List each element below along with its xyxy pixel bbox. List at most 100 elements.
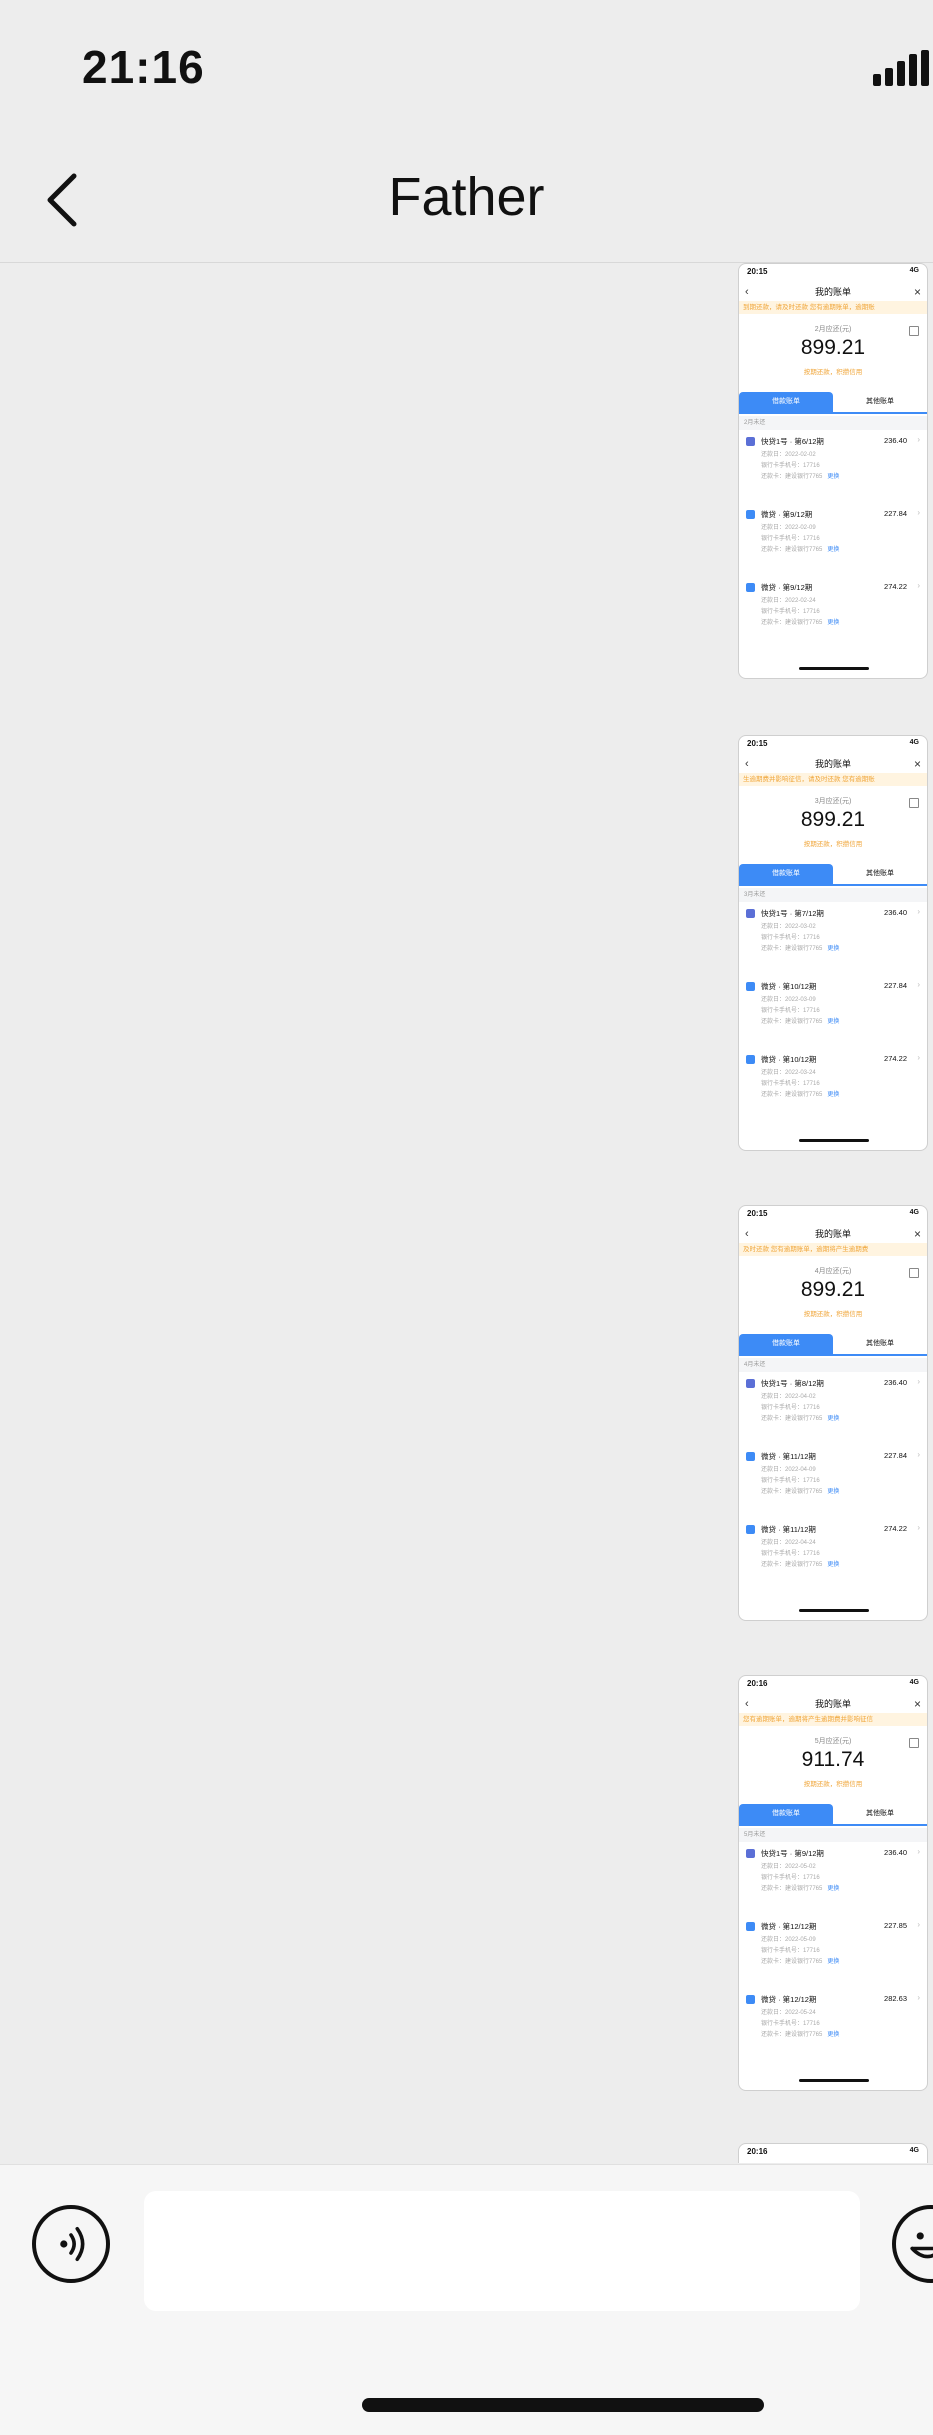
home-indicator (799, 1609, 869, 1612)
bill-item[interactable]: 微贷 · 第12/12期 227.85 › 还款日：2022-05-09 银行卡… (739, 1915, 927, 1988)
month-due-label: 4月应还(元) (814, 1268, 852, 1275)
bill-item-phone: 银行卡手机号：17716 (761, 463, 820, 469)
bill-item-card: 还款卡：建设银行7765 更换 (761, 620, 840, 626)
bill-item-due: 还款日：2022-04-02 (761, 1394, 816, 1400)
bill-item-name: 快贷1号 · 第7/12期 (761, 909, 824, 918)
bill-item[interactable]: 微贷 · 第9/12期 274.22 › 还款日：2022-02-24 银行卡手… (739, 576, 927, 649)
loan-app-icon (746, 510, 755, 519)
bill-item[interactable]: 微贷 · 第11/12期 227.84 › 还款日：2022-04-09 银行卡… (739, 1445, 927, 1518)
bill-item[interactable]: 微贷 · 第11/12期 274.22 › 还款日：2022-04-24 银行卡… (739, 1518, 927, 1591)
change-card-link: 更换 (827, 1886, 840, 1892)
bill-item-amount: 236.40 (884, 908, 907, 917)
loan-app-icon (746, 583, 755, 592)
shot-time: 20:15 (747, 1209, 768, 1218)
chevron-right-icon: › (917, 907, 920, 916)
bill-item[interactable]: 快贷1号 · 第9/12期 236.40 › 还款日：2022-05-02 银行… (739, 1842, 927, 1915)
bill-item[interactable]: 快贷1号 · 第8/12期 236.40 › 还款日：2022-04-02 银行… (739, 1372, 927, 1445)
bill-item-amount: 236.40 (884, 1848, 907, 1857)
chevron-right-icon: › (917, 1523, 920, 1532)
bill-item-name: 快贷1号 · 第8/12期 (761, 1379, 824, 1388)
bill-item-name: 微贷 · 第11/12期 (761, 1452, 816, 1461)
month-due-label: 5月应还(元) (814, 1738, 852, 1745)
bill-item[interactable]: 微贷 · 第9/12期 227.84 › 还款日：2022-02-09 银行卡手… (739, 503, 927, 576)
bill-item-card: 还款卡：建设银行7765 更换 (761, 1886, 840, 1892)
shot-net: 4G (909, 267, 919, 274)
bill-item-amount: 227.84 (884, 1451, 907, 1460)
bill-item-phone: 银行卡手机号：17716 (761, 1478, 820, 1484)
screenshot-message[interactable]: 20:16 4G ‹ 我的账单 × 您有逾期账单，逾期将产生逾期费并影响征信 5… (738, 1675, 928, 2091)
home-indicator (799, 2079, 869, 2082)
bill-item-due: 还款日：2022-05-24 (761, 2010, 816, 2016)
calendar-icon (909, 1268, 919, 1278)
bill-item-due: 还款日：2022-04-09 (761, 1467, 816, 1473)
due-amount: 899.21 (800, 1278, 866, 1301)
change-card-link: 更换 (827, 1959, 840, 1965)
change-card-link: 更换 (827, 474, 840, 480)
warning-banner: 您有逾期账单，逾期将产生逾期费并影响征信 (739, 1713, 927, 1726)
chevron-right-icon: › (917, 508, 920, 517)
tab-other-bills: 其他账单 (866, 1340, 894, 1347)
change-card-link: 更换 (827, 946, 840, 952)
shot-net: 4G (909, 1209, 919, 1216)
bill-item-phone: 银行卡手机号：17716 (761, 1948, 820, 1954)
bill-item-phone: 银行卡手机号：17716 (761, 609, 820, 615)
bill-item-card: 还款卡：建设银行7765 更换 (761, 1562, 840, 1568)
chevron-right-icon: › (917, 1450, 920, 1459)
bill-item[interactable]: 微贷 · 第10/12期 274.22 › 还款日：2022-03-24 银行卡… (739, 1048, 927, 1121)
tab-loan-bills: 借款账单 (739, 392, 833, 412)
bill-item-amount: 236.40 (884, 436, 907, 445)
section-label: 5月未还 (739, 1828, 927, 1842)
bill-item-card: 还款卡：建设银行7765 更换 (761, 547, 840, 553)
hint-text: 按期还款，积攒信用 (803, 1311, 863, 1318)
screenshot-message[interactable]: 20:15 4G ‹ 我的账单 × 及时还款 您有逾期账单，逾期将产生逾期费 4… (738, 1205, 928, 1621)
bill-item-card: 还款卡：建设银行7765 更换 (761, 1416, 840, 1422)
message-input[interactable] (144, 2191, 860, 2311)
chevron-right-icon: › (917, 435, 920, 444)
change-card-link: 更换 (827, 1019, 840, 1025)
bill-item[interactable]: 微贷 · 第10/12期 227.84 › 还款日：2022-03-09 银行卡… (739, 975, 927, 1048)
bill-item[interactable]: 快贷1号 · 第6/12期 236.40 › 还款日：2022-02-02 银行… (739, 430, 927, 503)
status-time: 21:16 (82, 41, 205, 93)
bill-item-amount: 274.22 (884, 1054, 907, 1063)
screenshot-message[interactable]: 20:15 4G ‹ 我的账单 × 到期还款，请及时还款 您有逾期账单，逾期账 … (738, 263, 928, 679)
bill-item[interactable]: 微贷 · 第12/12期 282.63 › 还款日：2022-05-24 银行卡… (739, 1988, 927, 2061)
home-indicator (799, 1139, 869, 1142)
change-card-link: 更换 (827, 547, 840, 553)
bill-item-due: 还款日：2022-03-24 (761, 1070, 816, 1076)
loan-app-icon (746, 437, 755, 446)
bill-item-card: 还款卡：建设银行7765 更换 (761, 1959, 840, 1965)
bill-item-card: 还款卡：建设银行7765 更换 (761, 1489, 840, 1495)
chevron-right-icon: › (917, 1920, 920, 1929)
bill-item-name: 微贷 · 第11/12期 (761, 1525, 816, 1534)
bill-item-name: 快贷1号 · 第9/12期 (761, 1849, 824, 1858)
bill-item-due: 还款日：2022-02-09 (761, 525, 816, 531)
calendar-icon (909, 1738, 919, 1748)
bill-item-amount: 236.40 (884, 1378, 907, 1387)
chat-area[interactable]: 20:15 4G ‹ 我的账单 × 到期还款，请及时还款 您有逾期账单，逾期账 … (0, 263, 933, 2163)
loan-app-icon (746, 1525, 755, 1534)
partial-screenshot-message[interactable]: 20:16 4G (738, 2143, 928, 2163)
bill-item-name: 微贷 · 第12/12期 (761, 1922, 817, 1931)
loan-app-icon (746, 1055, 755, 1064)
bill-item[interactable]: 快贷1号 · 第7/12期 236.40 › 还款日：2022-03-02 银行… (739, 902, 927, 975)
tab-loan-bills: 借款账单 (739, 1804, 833, 1824)
emoji-icon[interactable] (892, 2205, 933, 2283)
home-indicator (362, 2398, 764, 2412)
loan-app-icon (746, 909, 755, 918)
bill-item-due: 还款日：2022-05-09 (761, 1937, 816, 1943)
chevron-right-icon: › (917, 1993, 920, 2002)
warning-banner: 及时还款 您有逾期账单，逾期将产生逾期费 (739, 1243, 927, 1256)
voice-icon[interactable] (32, 2205, 110, 2283)
shot-time: 20:16 (747, 2147, 768, 2156)
bill-item-name: 微贷 · 第12/12期 (761, 1995, 817, 2004)
shot-net: 4G (909, 2147, 919, 2154)
close-icon: × (913, 757, 921, 771)
bill-item-phone: 银行卡手机号：17716 (761, 1081, 820, 1087)
screenshot-message[interactable]: 20:15 4G ‹ 我的账单 × 生逾期费并影响征信，请及时还款 您有逾期账 … (738, 735, 928, 1151)
bill-item-phone: 银行卡手机号：17716 (761, 536, 820, 542)
shot-time: 20:15 (747, 267, 768, 276)
bill-item-card: 还款卡：建设银行7765 更换 (761, 2032, 840, 2038)
shot-header: 我的账单 (814, 1699, 851, 1709)
close-icon: × (913, 1697, 921, 1711)
calendar-icon (909, 326, 919, 336)
